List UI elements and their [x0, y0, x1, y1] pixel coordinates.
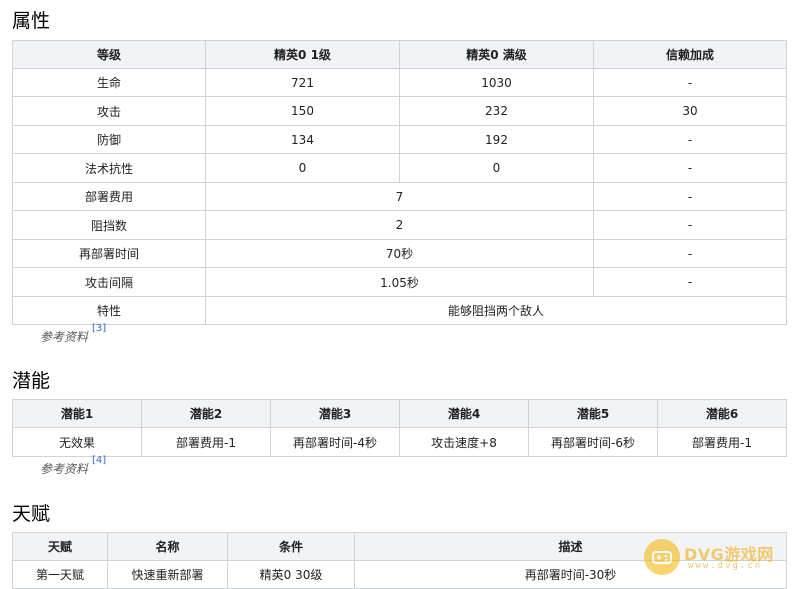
- reference-label: 参考资料: [40, 462, 89, 476]
- table-row: 再部署时间 70秒 -: [12, 239, 787, 268]
- attributes-reference: 参考资料[3]: [40, 323, 106, 345]
- header-potential-4: 潜能4: [399, 399, 529, 428]
- table-row: 部署费用 7 -: [12, 182, 787, 211]
- table-row: 攻击间隔 1.05秒 -: [12, 267, 787, 297]
- header-trust-bonus: 信赖加成: [593, 40, 787, 69]
- block-value: 2: [205, 210, 594, 240]
- potential-6-value: 部署费用-1: [657, 427, 787, 457]
- potential-reference: 参考资料[4]: [40, 455, 106, 477]
- def-lv1: 134: [205, 125, 400, 154]
- atk-lv1: 150: [205, 96, 400, 126]
- hp-lv1: 721: [205, 68, 400, 97]
- row-label-atk: 攻击: [12, 96, 206, 126]
- table-row: 无效果 部署费用-1 再部署时间-4秒 攻击速度+8 再部署时间-6秒 部署费用…: [12, 427, 787, 457]
- redeploy-trust: -: [593, 239, 787, 268]
- table-row: 攻击 150 232 30: [12, 96, 787, 126]
- res-trust: -: [593, 153, 787, 183]
- hp-max: 1030: [399, 68, 594, 97]
- interval-value: 1.05秒: [205, 267, 594, 297]
- header-talent-name: 名称: [107, 532, 228, 561]
- row-label-interval: 攻击间隔: [12, 267, 206, 297]
- row-label-def: 防御: [12, 125, 206, 154]
- talent-slot: 第一天赋: [12, 560, 108, 589]
- def-trust: -: [593, 125, 787, 154]
- header-elite0-max: 精英0 满级: [399, 40, 594, 69]
- row-label-redeploy: 再部署时间: [12, 239, 206, 268]
- trait-value: 能够阻挡两个敌人: [205, 296, 787, 325]
- row-label-block: 阻挡数: [12, 210, 206, 240]
- header-potential-1: 潜能1: [12, 399, 142, 428]
- header-potential-6: 潜能6: [657, 399, 787, 428]
- redeploy-value: 70秒: [205, 239, 594, 268]
- reference-label: 参考资料: [40, 330, 89, 344]
- potential-header-row: 潜能1 潜能2 潜能3 潜能4 潜能5 潜能6: [12, 399, 787, 428]
- cost-value: 7: [205, 182, 594, 211]
- potential-4-value: 攻击速度+8: [399, 427, 529, 457]
- atk-trust: 30: [593, 96, 787, 126]
- header-level: 等级: [12, 40, 206, 69]
- row-label-cost: 部署费用: [12, 182, 206, 211]
- table-row: 生命 721 1030 -: [12, 68, 787, 97]
- header-elite0-lv1: 精英0 1级: [205, 40, 400, 69]
- cost-trust: -: [593, 182, 787, 211]
- watermark-site: www.dvg.cn: [688, 561, 763, 571]
- def-max: 192: [399, 125, 594, 154]
- header-talent-condition: 条件: [227, 532, 355, 561]
- reference-link-3[interactable]: [3]: [92, 323, 106, 334]
- header-potential-5: 潜能5: [528, 399, 658, 428]
- gamepad-icon: [644, 539, 680, 575]
- attributes-header-row: 等级 精英0 1级 精英0 满级 信赖加成: [12, 40, 787, 69]
- table-row: 阻挡数 2 -: [12, 210, 787, 240]
- potential-5-value: 再部署时间-6秒: [528, 427, 658, 457]
- row-label-hp: 生命: [12, 68, 206, 97]
- hp-trust: -: [593, 68, 787, 97]
- block-trust: -: [593, 210, 787, 240]
- table-row: 防御 134 192 -: [12, 125, 787, 154]
- header-potential-3: 潜能3: [270, 399, 400, 428]
- potential-2-value: 部署费用-1: [141, 427, 271, 457]
- attributes-table: 等级 精英0 1级 精英0 满级 信赖加成 生命 721 1030 - 攻击 1…: [12, 40, 787, 325]
- talent-condition: 精英0 30级: [227, 560, 355, 589]
- table-row: 法术抗性 0 0 -: [12, 153, 787, 183]
- header-talent: 天赋: [12, 532, 108, 561]
- potential-section-title: 潜能: [12, 371, 51, 392]
- atk-max: 232: [399, 96, 594, 126]
- interval-trust: -: [593, 267, 787, 297]
- row-label-res: 法术抗性: [12, 153, 206, 183]
- watermark-logo: DVG游戏网 www.dvg.cn: [644, 539, 792, 577]
- reference-link-4[interactable]: [4]: [92, 455, 106, 466]
- talent-name: 快速重新部署: [107, 560, 228, 589]
- res-max: 0: [399, 153, 594, 183]
- row-label-trait: 特性: [12, 296, 206, 325]
- potential-table: 潜能1 潜能2 潜能3 潜能4 潜能5 潜能6 无效果 部署费用-1 再部署时间…: [12, 399, 787, 457]
- talent-section-title: 天赋: [12, 504, 51, 525]
- attributes-section-title: 属性: [12, 11, 51, 32]
- potential-3-value: 再部署时间-4秒: [270, 427, 400, 457]
- table-row: 特性 能够阻挡两个敌人: [12, 296, 787, 325]
- res-lv1: 0: [205, 153, 400, 183]
- potential-1-value: 无效果: [12, 427, 142, 457]
- header-potential-2: 潜能2: [141, 399, 271, 428]
